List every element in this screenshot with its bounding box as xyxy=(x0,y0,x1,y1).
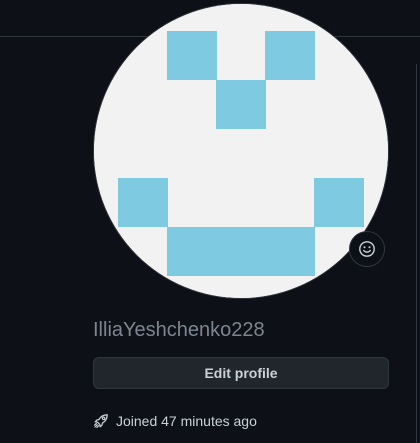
edit-profile-label: Edit profile xyxy=(204,365,278,381)
joined-info: Joined 47 minutes ago xyxy=(93,411,257,431)
identicon-image xyxy=(94,4,388,298)
joined-text: Joined 47 minutes ago xyxy=(116,413,257,429)
edit-profile-button[interactable]: Edit profile xyxy=(93,357,389,389)
profile-username: IlliaYeshchenko228 xyxy=(93,319,265,341)
smiley-icon xyxy=(359,241,375,257)
rocket-icon xyxy=(93,413,109,429)
set-status-button[interactable] xyxy=(349,231,385,267)
column-divider xyxy=(416,64,417,443)
profile-avatar[interactable] xyxy=(94,4,388,298)
